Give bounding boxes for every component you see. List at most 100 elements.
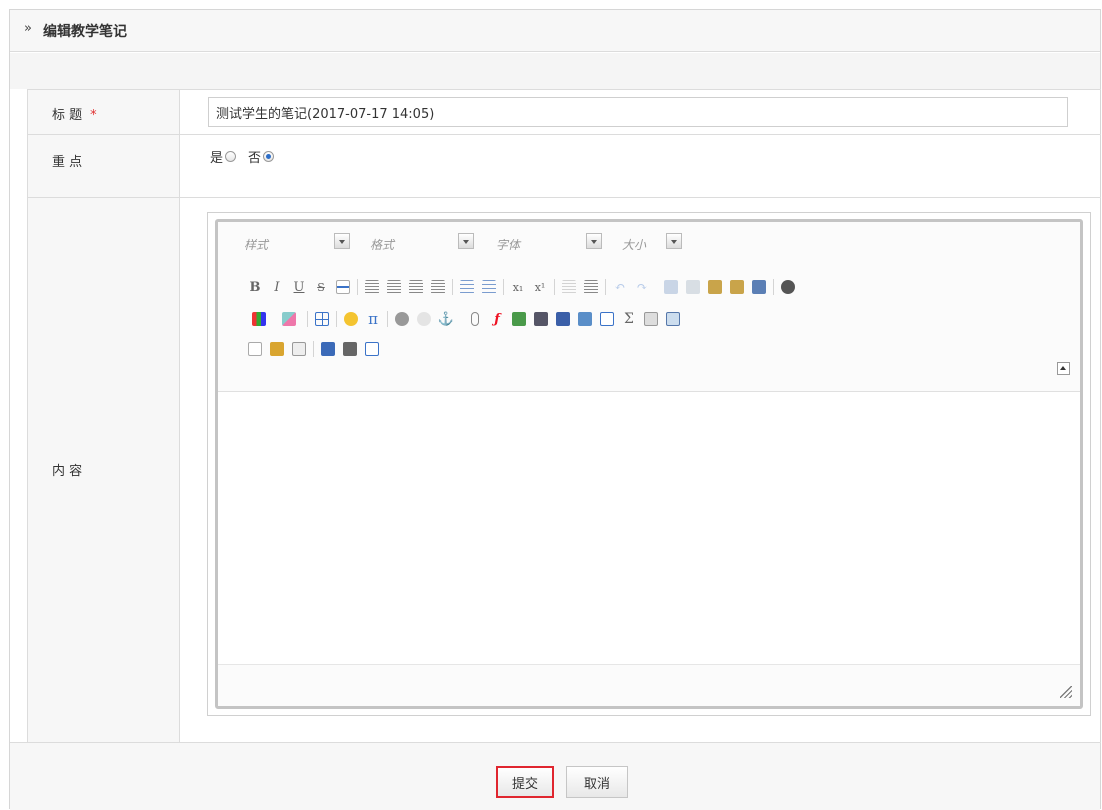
- strikethrough-button[interactable]: S: [310, 276, 332, 298]
- key-radio-group: 是 否: [210, 147, 286, 166]
- format-combo[interactable]: 格式: [370, 232, 480, 256]
- content-label-cell: 内 容: [28, 198, 180, 742]
- image-icon: [512, 312, 526, 326]
- submit-button[interactable]: 提交: [496, 766, 554, 798]
- emoji-button[interactable]: [340, 308, 362, 330]
- film-icon: [556, 312, 570, 326]
- note-form: 标 题 * 重 点 是 否 内 容: [27, 89, 1101, 743]
- gallery-button[interactable]: [574, 308, 596, 330]
- fullscreen-button[interactable]: [361, 338, 383, 360]
- bold-button[interactable]: B: [244, 276, 266, 298]
- title-label: 标 题: [52, 108, 83, 123]
- anchor-button[interactable]: ⚓: [435, 308, 457, 330]
- monitor-icon: [321, 342, 335, 356]
- copy-button[interactable]: [682, 276, 704, 298]
- title-input[interactable]: [208, 97, 1068, 127]
- size-combo[interactable]: 大小: [622, 232, 694, 256]
- paste-icon: [708, 280, 722, 294]
- edit-source-button[interactable]: [288, 338, 310, 360]
- table-button[interactable]: [311, 308, 333, 330]
- indent-button[interactable]: [580, 276, 602, 298]
- underline-button[interactable]: U: [288, 276, 310, 298]
- paperclip-icon: [471, 312, 479, 326]
- find-button[interactable]: [777, 276, 799, 298]
- subscript-button[interactable]: x₁: [507, 276, 529, 298]
- template-icon: [644, 312, 658, 326]
- toolbar-row-3: [244, 338, 383, 360]
- video-icon: [534, 312, 548, 326]
- align-left-button[interactable]: [361, 276, 383, 298]
- radio-no[interactable]: [263, 151, 275, 162]
- export-button[interactable]: [662, 308, 684, 330]
- link-icon: [395, 312, 409, 326]
- template-button[interactable]: [640, 308, 662, 330]
- double-chevron-icon: »: [24, 21, 32, 36]
- text-color-button[interactable]: [244, 308, 274, 330]
- key-label-cell: 重 点: [28, 135, 180, 197]
- image-button[interactable]: [508, 308, 530, 330]
- new-page-icon: [248, 342, 262, 356]
- edit-note-panel: » 编辑教学笔记 标 题 * 重 点 是 否: [9, 9, 1101, 810]
- word-import-button[interactable]: [596, 308, 618, 330]
- ordered-list-icon: [460, 280, 474, 294]
- background-color-button[interactable]: [274, 308, 304, 330]
- bg-color-icon: [282, 312, 296, 326]
- radio-option-no[interactable]: 否: [248, 147, 275, 166]
- unlink-button[interactable]: [413, 308, 435, 330]
- title-label-cell: 标 题 *: [28, 90, 180, 134]
- align-right-icon: [409, 280, 423, 294]
- style-combo[interactable]: 样式: [244, 232, 354, 256]
- sum-button[interactable]: Σ: [618, 308, 640, 330]
- rich-editor-frame: 样式 格式 字体 大小 B I U S x₁ x¹ ↶ ↷ π ⚓ ƒ Σ: [207, 212, 1091, 716]
- resize-grip-icon[interactable]: [1060, 686, 1072, 698]
- text-color-icon: [252, 312, 266, 326]
- clear-format-button[interactable]: [266, 338, 288, 360]
- preview-button[interactable]: [317, 338, 339, 360]
- required-mark: *: [90, 108, 97, 123]
- cut-button[interactable]: [660, 276, 682, 298]
- paste-text-button[interactable]: [726, 276, 748, 298]
- attachment-button[interactable]: [464, 308, 486, 330]
- horizontal-line-button[interactable]: [332, 276, 354, 298]
- superscript-button[interactable]: x¹: [529, 276, 551, 298]
- italic-button[interactable]: I: [266, 276, 288, 298]
- smiley-icon: [344, 312, 358, 326]
- chevron-down-icon[interactable]: [334, 233, 350, 249]
- new-page-button[interactable]: [244, 338, 266, 360]
- radio-yes[interactable]: [225, 151, 237, 162]
- chevron-down-icon[interactable]: [666, 233, 682, 249]
- ordered-list-button[interactable]: [456, 276, 478, 298]
- content-label: 内 容: [52, 464, 83, 479]
- paste-button[interactable]: [704, 276, 726, 298]
- content-row: 内 容 样式 格式 字体 大小 B I U S x₁ x¹ ↶ ↷ π ⚓ ƒ …: [28, 198, 1101, 743]
- align-center-button[interactable]: [383, 276, 405, 298]
- redo-button[interactable]: ↷: [631, 276, 653, 298]
- editor-content-area[interactable]: [218, 393, 1080, 665]
- collapse-toolbar-button[interactable]: [1057, 362, 1070, 375]
- outdent-button[interactable]: [558, 276, 580, 298]
- media-button[interactable]: [552, 308, 574, 330]
- editor-status-bar: [218, 664, 1080, 706]
- unordered-list-button[interactable]: [478, 276, 500, 298]
- link-button[interactable]: [391, 308, 413, 330]
- print-button[interactable]: [339, 338, 361, 360]
- edit-icon: [292, 342, 306, 356]
- undo-button[interactable]: ↶: [609, 276, 631, 298]
- align-right-button[interactable]: [405, 276, 427, 298]
- horizontal-line-icon: [336, 280, 350, 294]
- align-justify-icon: [431, 280, 445, 294]
- font-combo[interactable]: 字体: [496, 232, 606, 256]
- unlink-icon: [417, 312, 431, 326]
- align-justify-button[interactable]: [427, 276, 449, 298]
- video-button[interactable]: [530, 308, 552, 330]
- chevron-down-icon[interactable]: [458, 233, 474, 249]
- chevron-down-icon[interactable]: [586, 233, 602, 249]
- formula-button[interactable]: π: [362, 308, 384, 330]
- flash-button[interactable]: ƒ: [486, 308, 508, 330]
- toolbar-row-1: B I U S x₁ x¹ ↶ ↷: [244, 276, 799, 298]
- paste-word-button[interactable]: [748, 276, 770, 298]
- table-icon: [315, 312, 329, 326]
- radio-option-yes[interactable]: 是: [210, 147, 237, 166]
- page-title: 编辑教学笔记: [43, 24, 127, 40]
- cancel-button[interactable]: 取消: [566, 766, 628, 798]
